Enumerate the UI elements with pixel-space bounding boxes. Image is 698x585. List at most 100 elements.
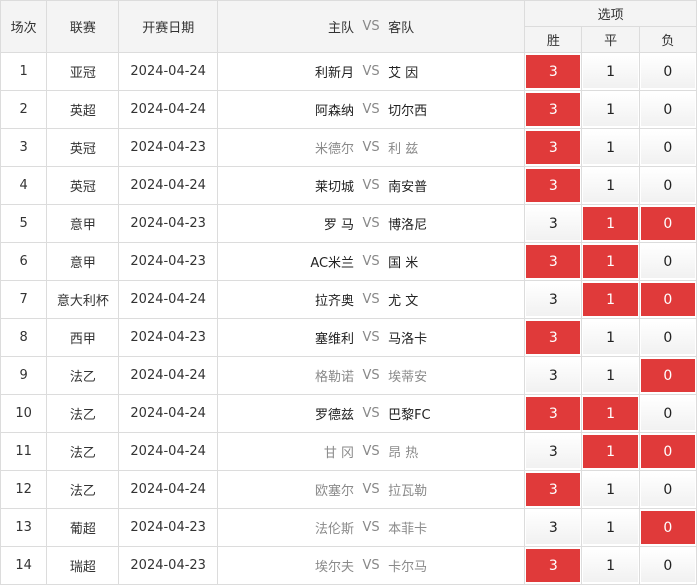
option-lose-cell: 0 bbox=[638, 470, 698, 509]
option-draw-button[interactable]: 1 bbox=[583, 283, 638, 316]
option-draw-cell: 1 bbox=[581, 546, 640, 585]
option-draw-button[interactable]: 1 bbox=[583, 55, 638, 88]
home-team: 罗德兹 bbox=[315, 408, 355, 423]
option-lose-cell: 0 bbox=[638, 394, 698, 433]
option-draw-button[interactable]: 1 bbox=[583, 359, 638, 392]
away-team: 国 米 bbox=[388, 256, 419, 271]
match-number: 14 bbox=[0, 546, 48, 585]
home-team: 罗 马 bbox=[323, 218, 355, 233]
option-draw-cell: 1 bbox=[581, 128, 640, 167]
vs-label: VS bbox=[362, 254, 380, 269]
away-team: 马洛卡 bbox=[388, 332, 428, 347]
option-win-button[interactable]: 3 bbox=[526, 169, 581, 202]
option-draw-button[interactable]: 1 bbox=[583, 549, 638, 582]
vs-label: VS bbox=[362, 406, 380, 421]
option-lose-cell: 0 bbox=[638, 280, 698, 319]
option-lose-button[interactable]: 0 bbox=[640, 283, 695, 316]
option-draw-button[interactable]: 1 bbox=[583, 473, 638, 506]
option-draw-button[interactable]: 1 bbox=[583, 207, 638, 240]
vs-label: VS bbox=[362, 216, 380, 231]
match-number: 11 bbox=[0, 432, 48, 471]
home-team: 甘 冈 bbox=[323, 446, 355, 461]
home-team: 莱切城 bbox=[315, 180, 355, 195]
header-away: 客队 bbox=[388, 21, 415, 36]
option-lose-button[interactable]: 0 bbox=[640, 549, 695, 582]
option-win-button[interactable]: 3 bbox=[526, 435, 581, 468]
option-draw-button[interactable]: 1 bbox=[583, 397, 638, 430]
header-lose: 负 bbox=[638, 26, 698, 53]
option-win-cell: 3 bbox=[524, 546, 583, 585]
option-lose-button[interactable]: 0 bbox=[640, 55, 695, 88]
option-draw-button[interactable]: 1 bbox=[583, 93, 638, 126]
away-team: 南安普 bbox=[388, 180, 428, 195]
option-win-button[interactable]: 3 bbox=[526, 321, 581, 354]
option-lose-button[interactable]: 0 bbox=[640, 169, 695, 202]
option-win-button[interactable]: 3 bbox=[526, 397, 581, 430]
option-lose-button[interactable]: 0 bbox=[640, 397, 695, 430]
option-win-button[interactable]: 3 bbox=[526, 131, 581, 164]
option-win-button[interactable]: 3 bbox=[526, 473, 581, 506]
league-name: 英冠 bbox=[46, 128, 120, 167]
option-draw-button[interactable]: 1 bbox=[583, 435, 638, 468]
option-win-button[interactable]: 3 bbox=[526, 207, 581, 240]
option-win-cell: 3 bbox=[524, 128, 583, 167]
match-number: 13 bbox=[0, 508, 48, 547]
match-number: 12 bbox=[0, 470, 48, 509]
home-team: 阿森纳 bbox=[315, 104, 355, 119]
option-draw-cell: 1 bbox=[581, 90, 640, 129]
option-draw-button[interactable]: 1 bbox=[583, 321, 638, 354]
option-draw-button[interactable]: 1 bbox=[583, 245, 638, 278]
match-date: 2024-04-24 bbox=[118, 280, 218, 319]
option-win-cell: 3 bbox=[524, 356, 583, 395]
option-lose-button[interactable]: 0 bbox=[640, 359, 695, 392]
option-lose-button[interactable]: 0 bbox=[640, 321, 695, 354]
option-win-button[interactable]: 3 bbox=[526, 549, 581, 582]
option-draw-button[interactable]: 1 bbox=[583, 169, 638, 202]
option-lose-button[interactable]: 0 bbox=[640, 93, 695, 126]
header-options: 选项 bbox=[524, 0, 697, 27]
option-win-button[interactable]: 3 bbox=[526, 55, 581, 88]
teams-cell: 埃尔夫 VS 卡尔马 bbox=[216, 546, 526, 585]
table-row: 7 意大利杯 2024-04-24 拉齐奥 VS 尤 文 3 1 0 bbox=[0, 280, 698, 319]
option-win-button[interactable]: 3 bbox=[526, 359, 581, 392]
league-name: 法乙 bbox=[46, 470, 120, 509]
home-team: 埃尔夫 bbox=[315, 560, 355, 575]
option-win-button[interactable]: 3 bbox=[526, 93, 581, 126]
home-team: 拉齐奥 bbox=[315, 294, 355, 309]
option-lose-cell: 0 bbox=[638, 166, 698, 205]
option-win-button[interactable]: 3 bbox=[526, 511, 581, 544]
option-win-button[interactable]: 3 bbox=[526, 245, 581, 278]
league-name: 法乙 bbox=[46, 432, 120, 471]
league-name: 英冠 bbox=[46, 166, 120, 205]
option-win-button[interactable]: 3 bbox=[526, 283, 581, 316]
header-home: 主队 bbox=[328, 21, 355, 36]
option-lose-button[interactable]: 0 bbox=[640, 473, 695, 506]
vs-label: VS bbox=[362, 292, 380, 307]
match-number: 4 bbox=[0, 166, 48, 205]
option-lose-cell: 0 bbox=[638, 546, 698, 585]
option-draw-button[interactable]: 1 bbox=[583, 511, 638, 544]
teams-cell: 甘 冈 VS 昂 热 bbox=[216, 432, 526, 471]
match-date: 2024-04-24 bbox=[118, 432, 218, 471]
option-lose-button[interactable]: 0 bbox=[640, 245, 695, 278]
away-team: 艾 因 bbox=[388, 66, 419, 81]
league-name: 意甲 bbox=[46, 242, 120, 281]
option-draw-button[interactable]: 1 bbox=[583, 131, 638, 164]
option-lose-button[interactable]: 0 bbox=[640, 207, 695, 240]
match-date: 2024-04-23 bbox=[118, 242, 218, 281]
match-number: 7 bbox=[0, 280, 48, 319]
league-name: 葡超 bbox=[46, 508, 120, 547]
vs-label: VS bbox=[362, 64, 380, 79]
option-lose-button[interactable]: 0 bbox=[640, 131, 695, 164]
option-lose-button[interactable]: 0 bbox=[640, 511, 695, 544]
match-number: 9 bbox=[0, 356, 48, 395]
teams-cell: 阿森纳 VS 切尔西 bbox=[216, 90, 526, 129]
teams-cell: 罗 马 VS 博洛尼 bbox=[216, 204, 526, 243]
teams-cell: AC米兰 VS 国 米 bbox=[216, 242, 526, 281]
table-row: 8 西甲 2024-04-23 塞维利 VS 马洛卡 3 1 0 bbox=[0, 318, 698, 357]
table-row: 5 意甲 2024-04-23 罗 马 VS 博洛尼 3 1 0 bbox=[0, 204, 698, 243]
option-lose-button[interactable]: 0 bbox=[640, 435, 695, 468]
vs-label: VS bbox=[362, 520, 380, 535]
league-name: 英超 bbox=[46, 90, 120, 129]
match-date: 2024-04-23 bbox=[118, 318, 218, 357]
